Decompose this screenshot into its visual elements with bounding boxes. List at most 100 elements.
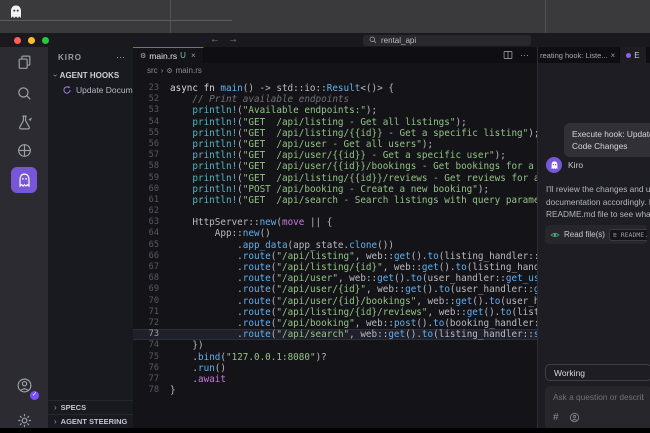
search-icon	[369, 36, 377, 44]
command-search-box[interactable]: rental_api	[363, 35, 531, 46]
code-line[interactable]: 58 println!("GET /api/user/{{id}}/bookin…	[133, 161, 537, 172]
code-line[interactable]: 77 .await	[133, 374, 537, 385]
current-code-line[interactable]: 73 .route("/api/search", web::get().to(l…	[133, 329, 537, 340]
nav-back-button[interactable]: ←	[210, 33, 220, 47]
search-sidebar-icon[interactable]	[11, 80, 37, 106]
code-line[interactable]: 61 println!("GET /api/search - Search li…	[133, 195, 537, 206]
code-line[interactable]: 68 .route("/api/user", web::get().to(use…	[133, 273, 537, 284]
search-value: rental_api	[381, 36, 416, 45]
hash-context-icon[interactable]: #	[553, 412, 559, 423]
chat-tab-creating-hook[interactable]: reating hook: Liste... ×	[538, 47, 619, 63]
breadcrumb[interactable]: src › ⚙ main.rs	[133, 63, 537, 78]
code-line[interactable]: 55 println!("GET /api/listing/{{id}} - G…	[133, 128, 537, 139]
account-badge: ✓	[30, 391, 39, 400]
chat-tab-label: reating hook: Liste...	[540, 51, 608, 60]
code-line[interactable]: 59 println!("GET /api/listing/{{id}}/rev…	[133, 173, 537, 184]
account-icon[interactable]: ✓	[11, 372, 37, 398]
line-number: 64	[133, 228, 159, 239]
section-agent-hooks[interactable]: › AGENT HOOKS	[48, 67, 133, 83]
tab-main-rs[interactable]: ⚙ main.rs U ×	[133, 47, 204, 63]
chevron-down-icon: ›	[51, 74, 60, 77]
chat-tab-label: E	[634, 51, 639, 60]
code-text: .route("/api/user/{id}", web::get().to(u…	[170, 284, 537, 295]
split-editor-icon[interactable]	[503, 50, 513, 60]
breadcrumb-root[interactable]: src	[147, 66, 158, 75]
section-label: SPECS	[61, 403, 86, 412]
files-icon[interactable]	[11, 49, 37, 75]
code-line[interactable]: 69 .route("/api/user/{id}", web::get().t…	[133, 284, 537, 295]
close-tab-icon[interactable]: ×	[191, 51, 196, 60]
user-message-bubble: Execute hook: Update Code Changes	[564, 123, 650, 157]
editor-more-actions-icon[interactable]: ⋯	[520, 50, 529, 61]
code-text: println!("GET /api/user/{{id}}/bookings …	[170, 161, 537, 172]
code-line[interactable]: 75 .bind("127.0.0.1:8080")?	[133, 352, 537, 363]
backdrop-divider	[545, 0, 546, 33]
flask-icon[interactable]	[11, 109, 37, 135]
user-message-line: Code Changes	[572, 140, 650, 152]
code-text: async fn main() -> std::io::Result<()> {	[170, 83, 394, 94]
code-text: HttpServer::new(move || {	[170, 217, 332, 228]
git-status-badge: U	[180, 51, 186, 60]
close-tab-icon[interactable]: ×	[611, 51, 616, 60]
activity-bar: ✓	[0, 47, 48, 428]
code-line[interactable]: 57 println!("GET /api/user/{{id}} - Get …	[133, 150, 537, 161]
hook-item-update-document[interactable]: Update Document...	[48, 83, 133, 97]
read-files-row[interactable]: Read file(s) ≡ README.	[545, 225, 647, 244]
editor-group: ⚙ main.rs U × ⋯ src › ⚙ main.rs	[133, 47, 537, 428]
chat-input[interactable]: Ask a question or describe a #	[545, 386, 650, 428]
code-text: println!("GET /api/listing/{{id}} - Get …	[170, 128, 537, 139]
code-line[interactable]: 74 })	[133, 340, 537, 351]
maximize-window-button[interactable]	[42, 37, 49, 44]
code-line[interactable]: 62	[133, 206, 537, 217]
code-line[interactable]: 71 .route("/api/listing/{id}/reviews", w…	[133, 307, 537, 318]
code-text: .route("/api/search", web::get().to(list…	[170, 329, 537, 340]
nav-forward-button[interactable]: →	[228, 33, 238, 47]
code-text: println!("GET /api/listing - Get all lis…	[170, 117, 467, 128]
chat-tab-execute[interactable]: E	[619, 47, 645, 63]
code-line[interactable]: 76 .run()	[133, 363, 537, 374]
section-specs[interactable]: › SPECS	[48, 400, 133, 414]
grid-icon[interactable]	[11, 137, 37, 163]
hook-item-label: Update Document...	[76, 85, 133, 95]
readme-file-chip[interactable]: ≡ README.	[609, 229, 647, 241]
chevron-right-icon: ›	[54, 417, 57, 426]
kiro-ghost-icon[interactable]	[11, 167, 37, 193]
code-line[interactable]: 78}	[133, 385, 537, 396]
code-line[interactable]: 56 println!("GET /api/user - Get all use…	[133, 139, 537, 150]
section-label: AGENT HOOKS	[60, 71, 120, 80]
minimize-window-button[interactable]	[28, 37, 35, 44]
code-text: println!("GET /api/user - Get all users"…	[170, 139, 433, 150]
line-number: 72	[133, 318, 159, 329]
code-text: println!("GET /api/search - Search listi…	[170, 195, 537, 206]
kiro-avatar	[546, 157, 562, 173]
code-line[interactable]: 64 App::new()	[133, 228, 537, 239]
code-line[interactable]: 66 .route("/api/listing", web::get().to(…	[133, 251, 537, 262]
sidebar: KIRO ⋯ › AGENT HOOKS Update Document... …	[48, 47, 133, 428]
code-line[interactable]: 60 println!("POST /api/booking - Create …	[133, 184, 537, 195]
code-lines[interactable]: 23async fn main() -> std::io::Result<()>…	[133, 78, 537, 428]
editor-tabbar: ⚙ main.rs U × ⋯	[133, 47, 537, 63]
sidebar-menu-icon[interactable]: ⋯	[116, 52, 125, 63]
working-status: Working	[545, 364, 650, 381]
breadcrumb-file[interactable]: main.rs	[176, 66, 202, 75]
section-agent-steering[interactable]: › AGENT STEERING	[48, 414, 133, 428]
line-number: 77	[133, 374, 159, 385]
code-line[interactable]: 65 .app_data(app_state.clone())	[133, 240, 537, 251]
code-line[interactable]: 63 HttpServer::new(move || {	[133, 217, 537, 228]
agent-message-line: I'll review the changes and up	[546, 183, 650, 196]
code-line[interactable]: 23async fn main() -> std::io::Result<()>…	[133, 83, 537, 94]
model-selector-icon[interactable]	[569, 412, 580, 423]
line-number: 75	[133, 352, 159, 363]
code-line[interactable]: 52 // Print available endpoints	[133, 94, 537, 105]
chat-input-placeholder: Ask a question or describe a	[553, 392, 644, 402]
backdrop-divider	[170, 0, 171, 33]
code-line[interactable]: 53 println!("Available endpoints:");	[133, 105, 537, 116]
chat-panel-body: Execute hook: Update Code Changes Kiro I…	[538, 63, 650, 428]
code-line[interactable]: 70 .route("/api/user/{id}/bookings", web…	[133, 296, 537, 307]
code-line[interactable]: 72 .route("/api/booking", web::post().to…	[133, 318, 537, 329]
gear-icon[interactable]	[11, 407, 37, 428]
close-window-button[interactable]	[14, 37, 21, 44]
code-line[interactable]: 67 .route("/api/listing/{id}", web::get(…	[133, 262, 537, 273]
screen-bottom-strip	[0, 428, 650, 433]
code-line[interactable]: 54 println!("GET /api/listing - Get all …	[133, 117, 537, 128]
